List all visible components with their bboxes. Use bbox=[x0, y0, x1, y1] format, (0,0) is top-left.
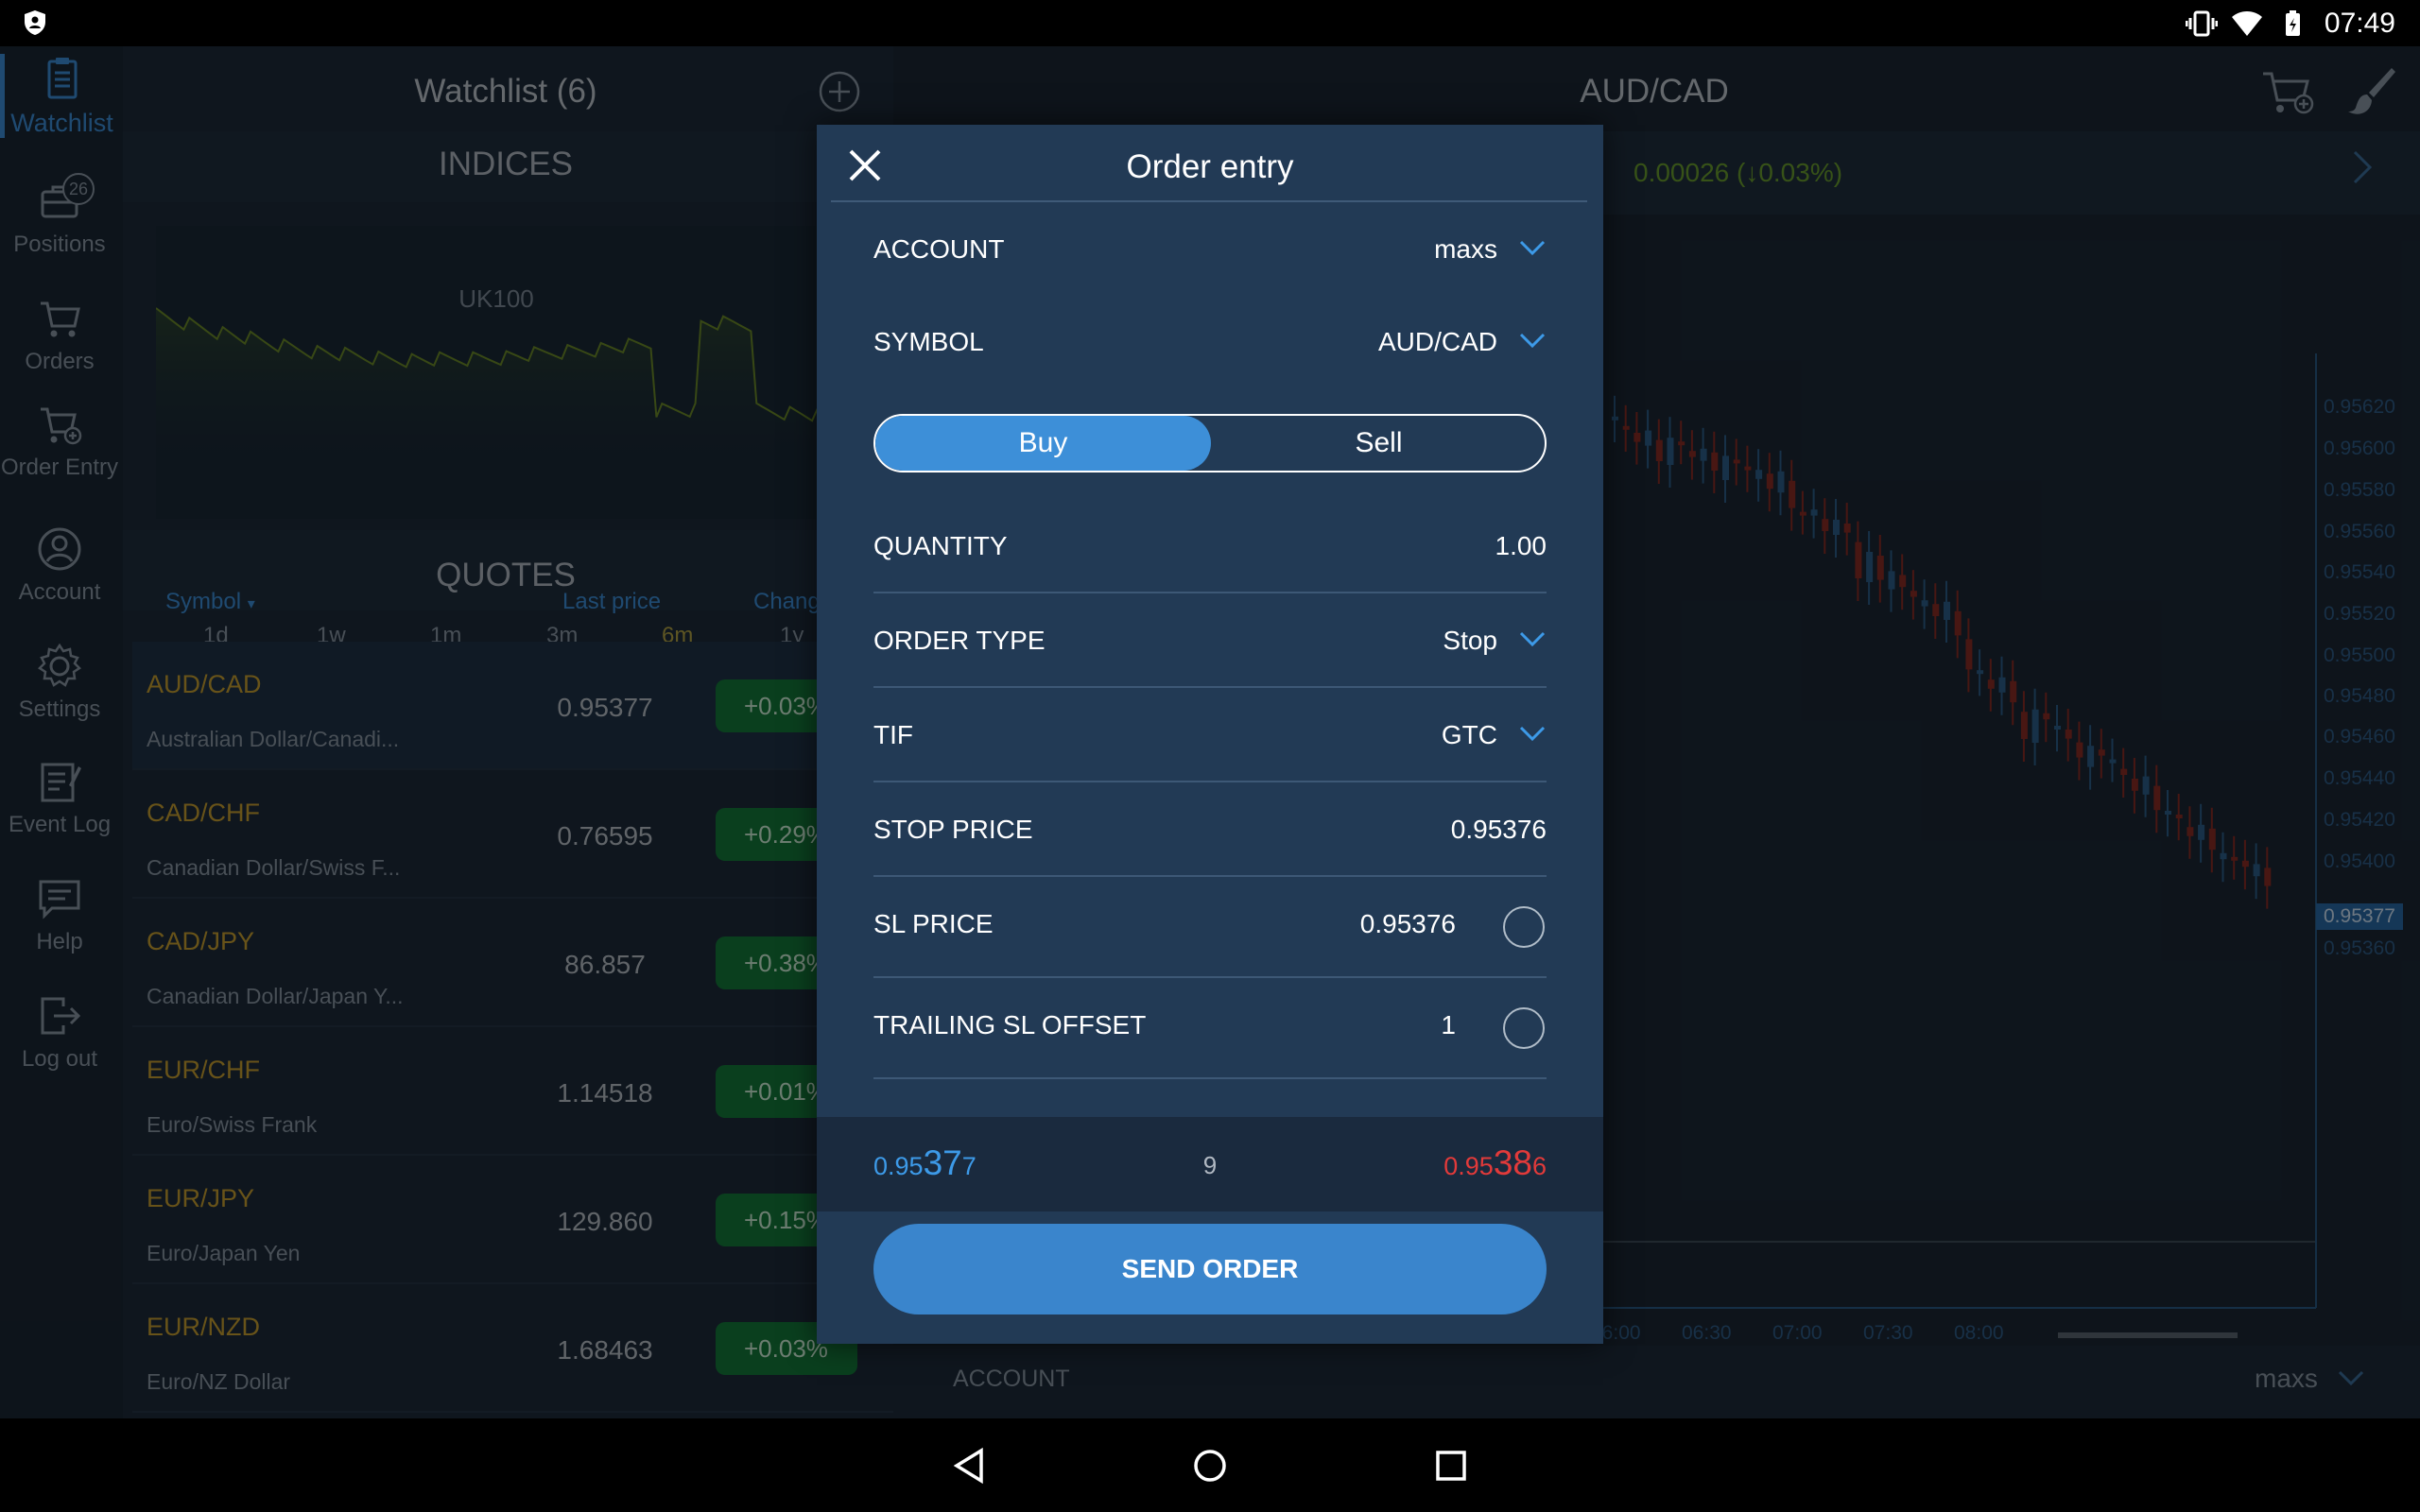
stop-price-label: STOP PRICE bbox=[873, 815, 1033, 844]
trailing-sl-value: 1 bbox=[1441, 1010, 1456, 1040]
vibrate-icon bbox=[2186, 10, 2218, 37]
symbol-select[interactable]: SYMBOL AUD/CAD bbox=[873, 295, 1547, 389]
chevron-down-icon bbox=[1519, 240, 1546, 256]
ask-price[interactable]: 0.95386 bbox=[1443, 1143, 1547, 1183]
dialog-title: Order entry bbox=[1126, 148, 1294, 185]
stop-price-field[interactable]: STOP PRICE 0.95376 bbox=[873, 782, 1547, 877]
quantity-label: QUANTITY bbox=[873, 531, 1008, 560]
recents-icon[interactable] bbox=[1432, 1447, 1470, 1485]
order-type-select[interactable]: ORDER TYPE Stop bbox=[873, 593, 1547, 688]
battery-icon bbox=[2286, 10, 2300, 36]
send-order-button[interactable]: SEND ORDER bbox=[873, 1224, 1547, 1314]
stop-price-value: 0.95376 bbox=[1450, 815, 1547, 844]
shield-icon bbox=[25, 10, 45, 35]
sl-price-value: 0.95376 bbox=[1359, 909, 1456, 938]
quantity-value: 1.00 bbox=[1495, 531, 1547, 560]
ask-suffix: 6 bbox=[1531, 1152, 1547, 1180]
side-toggle: Buy Sell bbox=[873, 414, 1547, 472]
account-select[interactable]: ACCOUNT maxs bbox=[873, 202, 1547, 297]
sl-price-field[interactable]: SL PRICE 0.95376 bbox=[873, 877, 1547, 978]
trailing-sl-radio[interactable] bbox=[1503, 1007, 1545, 1049]
trailing-sl-field[interactable]: TRAILING SL OFFSET 1 bbox=[873, 978, 1547, 1079]
wifi-icon bbox=[2232, 11, 2262, 36]
clock: 07:49 bbox=[2324, 8, 2395, 39]
back-icon[interactable] bbox=[951, 1447, 989, 1485]
quantity-field[interactable]: QUANTITY 1.00 bbox=[873, 499, 1547, 593]
order-type-label: ORDER TYPE bbox=[873, 626, 1046, 655]
symbol-value: AUD/CAD bbox=[1377, 327, 1497, 356]
trailing-sl-label: TRAILING SL OFFSET bbox=[873, 1010, 1147, 1040]
sell-button[interactable]: Sell bbox=[1211, 416, 1545, 471]
sl-price-label: SL PRICE bbox=[873, 909, 994, 938]
system-nav-bar bbox=[0, 1418, 2420, 1512]
ask-big: 38 bbox=[1493, 1143, 1532, 1182]
tif-value: GTC bbox=[1441, 720, 1497, 749]
tif-label: TIF bbox=[873, 720, 913, 749]
order-entry-dialog: Order entry ACCOUNT maxs SYMBOL AUD/CAD … bbox=[817, 125, 1603, 1344]
chevron-down-icon bbox=[1519, 333, 1546, 349]
home-icon[interactable] bbox=[1191, 1447, 1229, 1485]
account-label: ACCOUNT bbox=[873, 234, 1005, 264]
buy-button[interactable]: Buy bbox=[875, 416, 1211, 471]
price-bar: 0.95377 9 0.95386 bbox=[817, 1117, 1603, 1211]
sl-price-radio[interactable] bbox=[1503, 906, 1545, 948]
chevron-down-icon bbox=[1519, 631, 1546, 647]
order-type-value: Stop bbox=[1443, 626, 1497, 655]
status-bar: 07:49 bbox=[0, 0, 2420, 46]
account-value: maxs bbox=[1434, 234, 1497, 264]
chevron-down-icon bbox=[1519, 726, 1546, 742]
tif-select[interactable]: TIF GTC bbox=[873, 688, 1547, 782]
ask-prefix: 0.95 bbox=[1443, 1152, 1494, 1180]
symbol-label: SYMBOL bbox=[873, 327, 984, 356]
